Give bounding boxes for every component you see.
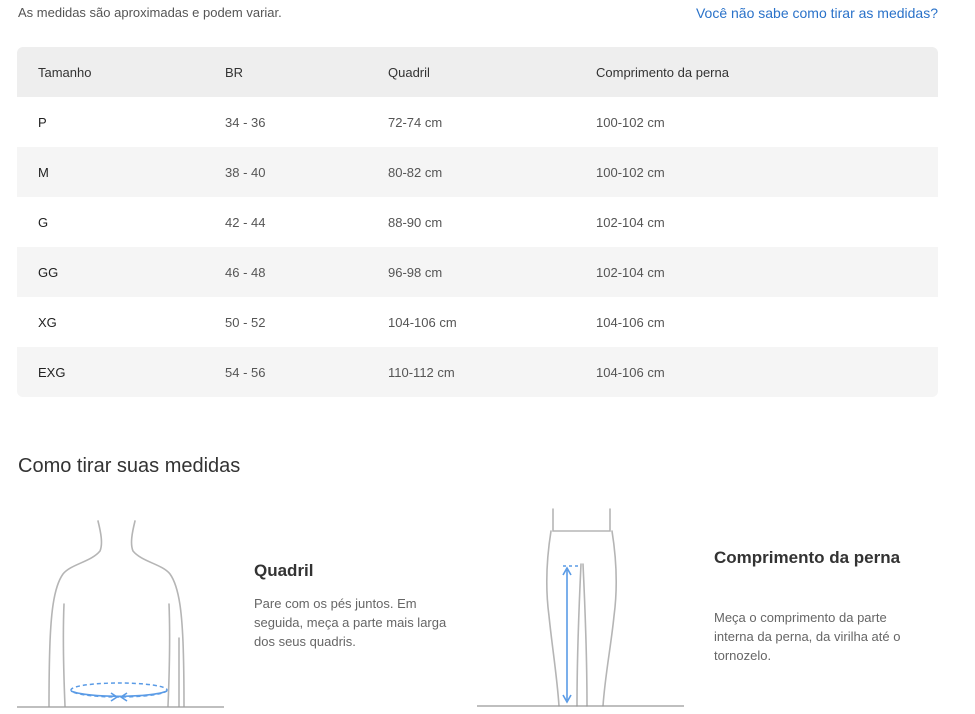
hip-guide-title: Quadril bbox=[254, 561, 314, 580]
hip-cell: 80-82 cm bbox=[388, 164, 443, 180]
leg-length-cell: 100-102 cm bbox=[596, 114, 665, 130]
table-row: GG 46 - 48 96-98 cm 102-104 cm bbox=[17, 247, 938, 297]
leg-length-cell: 100-102 cm bbox=[596, 164, 665, 180]
leg-length-cell: 104-106 cm bbox=[596, 314, 665, 330]
br-cell: 42 - 44 bbox=[225, 214, 266, 230]
br-cell: 54 - 56 bbox=[225, 364, 266, 380]
hip-cell: 72-74 cm bbox=[388, 114, 443, 130]
column-header-leg-length: Comprimento da perna bbox=[596, 64, 729, 80]
legs-illustration bbox=[477, 508, 684, 707]
hip-cell: 88-90 cm bbox=[388, 214, 443, 230]
table-row: P 34 - 36 72-74 cm 100-102 cm bbox=[17, 97, 938, 147]
size-cell: EXG bbox=[38, 364, 66, 380]
size-cell: G bbox=[38, 214, 49, 230]
size-cell: P bbox=[38, 114, 47, 130]
table-header-row: Tamanho BR Quadril Comprimento da perna bbox=[17, 47, 938, 97]
br-cell: 34 - 36 bbox=[225, 114, 266, 130]
size-cell: XG bbox=[38, 314, 57, 330]
table-row: XG 50 - 52 104-106 cm 104-106 cm bbox=[17, 297, 938, 347]
disclaimer-note: As medidas são aproximadas e podem varia… bbox=[18, 5, 282, 20]
leg-guide-text: Meça o comprimento da parte interna da p… bbox=[714, 610, 901, 663]
br-cell: 46 - 48 bbox=[225, 264, 266, 280]
column-header-hip: Quadril bbox=[388, 64, 430, 80]
size-cell: GG bbox=[38, 264, 59, 280]
table-row: M 38 - 40 80-82 cm 100-102 cm bbox=[17, 147, 938, 197]
size-cell: M bbox=[38, 164, 49, 180]
how-to-measure-title: Como tirar suas medidas bbox=[18, 455, 241, 477]
leg-length-cell: 102-104 cm bbox=[596, 214, 665, 230]
br-cell: 38 - 40 bbox=[225, 164, 266, 180]
size-table: Tamanho BR Quadril Comprimento da perna … bbox=[17, 47, 938, 397]
leg-guide-title: Comprimento da perna bbox=[714, 548, 901, 567]
table-row: EXG 54 - 56 110-112 cm 104-106 cm bbox=[17, 347, 938, 397]
hip-guide-text: Pare com os pés juntos. Em seguida, meça… bbox=[254, 596, 447, 649]
hip-cell: 110-112 cm bbox=[388, 364, 455, 380]
hip-cell: 104-106 cm bbox=[388, 314, 457, 330]
column-header-size: Tamanho bbox=[38, 64, 92, 80]
how-to-measure-link[interactable]: Você não sabe como tirar as medidas? bbox=[696, 5, 938, 21]
hip-cell: 96-98 cm bbox=[388, 264, 443, 280]
leg-length-cell: 102-104 cm bbox=[596, 264, 665, 280]
table-row: G 42 - 44 88-90 cm 102-104 cm bbox=[17, 197, 938, 247]
br-cell: 50 - 52 bbox=[225, 314, 266, 330]
leg-length-cell: 104-106 cm bbox=[596, 364, 665, 380]
torso-illustration bbox=[17, 520, 224, 708]
column-header-br: BR bbox=[225, 64, 244, 80]
